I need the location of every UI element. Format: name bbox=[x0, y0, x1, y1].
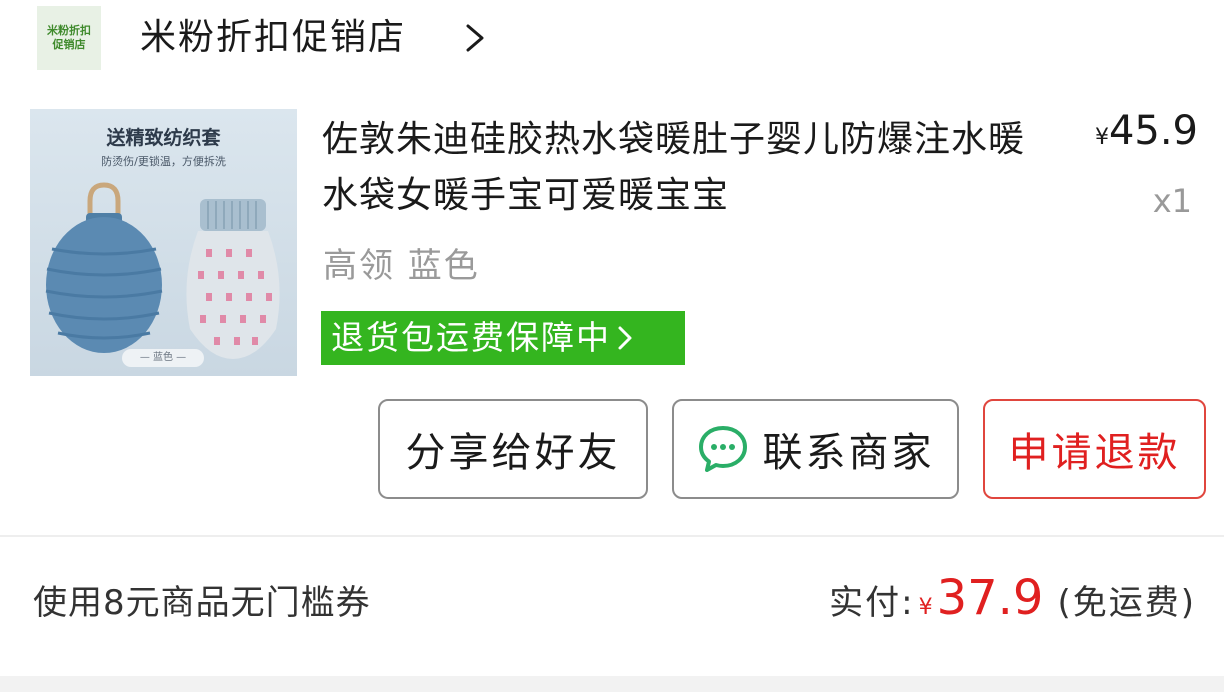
price-value: 45.9 bbox=[1108, 108, 1198, 154]
product-price: ¥45.9 bbox=[1088, 108, 1198, 160]
bottom-separator bbox=[0, 676, 1224, 692]
section-divider bbox=[0, 535, 1224, 537]
paid-label: 实付: bbox=[829, 583, 915, 623]
product-quantity: x1 bbox=[1152, 182, 1192, 220]
store-logo-text: 米粉折扣促销店 bbox=[47, 24, 91, 51]
apply-refund-button[interactable]: 申请退款 bbox=[983, 399, 1206, 499]
product-image-color-label: — 蓝色 — bbox=[122, 349, 204, 367]
chevron-right-icon[interactable] bbox=[456, 20, 492, 56]
product-title[interactable]: 佐敦朱迪硅胶热水袋暖肚子婴儿防爆注水暖水袋女暖手宝可爱暖宝宝 bbox=[322, 112, 1042, 224]
product-spec: 高领 蓝色 bbox=[323, 246, 480, 286]
refund-button-label: 申请退款 bbox=[1008, 430, 1181, 476]
shipping-note: (免运费) bbox=[1057, 583, 1196, 623]
paid-currency: ¥ bbox=[918, 595, 933, 620]
badge-label: 退货包运费保障中 bbox=[331, 318, 611, 357]
paid-total: 实付: ¥ 37.9 (免运费) bbox=[829, 570, 1196, 630]
product-image[interactable]: 送精致纺织套 防烫伤/更锁温，方便拆洗 — 蓝色 — bbox=[30, 109, 297, 376]
price-currency: ¥ bbox=[1094, 125, 1109, 150]
return-shipping-guarantee-badge[interactable]: 退货包运费保障中 bbox=[321, 311, 685, 365]
contact-button-label: 联系商家 bbox=[762, 430, 935, 476]
chevron-right-icon bbox=[618, 326, 632, 350]
contact-seller-button[interactable]: 联系商家 bbox=[672, 399, 959, 499]
paid-amount: 37.9 bbox=[936, 570, 1044, 626]
coupon-info: 使用8元商品无门槛券 bbox=[33, 583, 371, 623]
chat-bubble-icon bbox=[698, 426, 747, 472]
share-to-friend-button[interactable]: 分享给好友 bbox=[378, 399, 648, 499]
hot-water-bottle-illustration bbox=[45, 182, 280, 359]
store-name-link[interactable]: 米粉折扣促销店 bbox=[140, 14, 406, 62]
share-button-label: 分享给好友 bbox=[405, 430, 621, 476]
store-logo[interactable]: 米粉折扣促销店 bbox=[37, 6, 101, 70]
